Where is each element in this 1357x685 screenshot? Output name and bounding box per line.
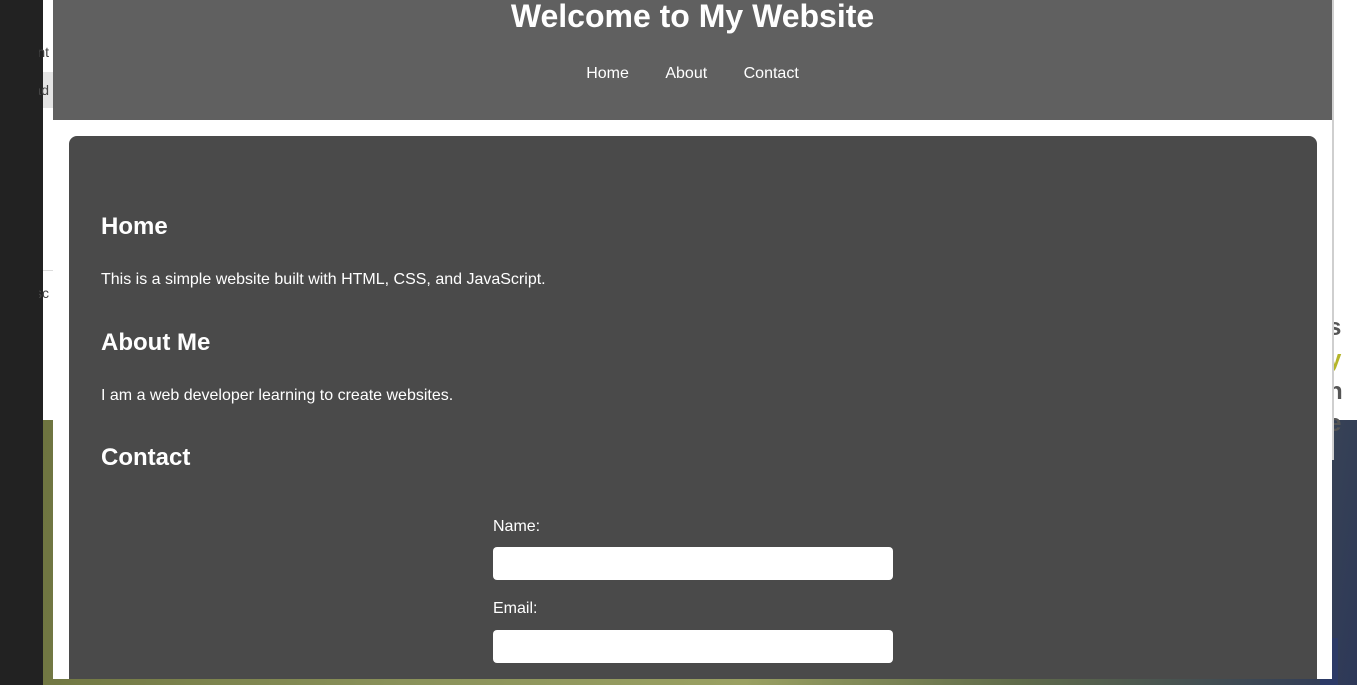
email-label: Email: [493,600,538,617]
email-input[interactable] [493,630,893,663]
site-title: Welcome to My Website [510,0,875,34]
main-nav: Home About Contact [53,64,1332,84]
home-heading: Home [101,213,168,240]
name-label: Name: [493,518,541,535]
background-text-fragment: sc [39,285,49,301]
about-text: I am a web developer learning to create … [101,387,454,404]
site-header: Welcome to My Website Home About Contact [53,0,1332,120]
background-text-fragment: ad [39,82,49,98]
main-content: Home This is a simple website built with… [69,136,1317,679]
nav-link-home[interactable]: Home [586,64,629,84]
contact-heading: Contact [101,444,191,471]
background-divider [43,270,53,271]
nav-link-about[interactable]: About [665,64,707,84]
name-input[interactable] [493,547,893,580]
about-heading: About Me [101,329,211,356]
background-text-fragment: nt [39,44,49,60]
home-text: This is a simple website built with HTML… [101,271,546,288]
nav-link-contact[interactable]: Contact [744,64,799,84]
website-window: Welcome to My Website Home About Contact… [53,0,1332,679]
